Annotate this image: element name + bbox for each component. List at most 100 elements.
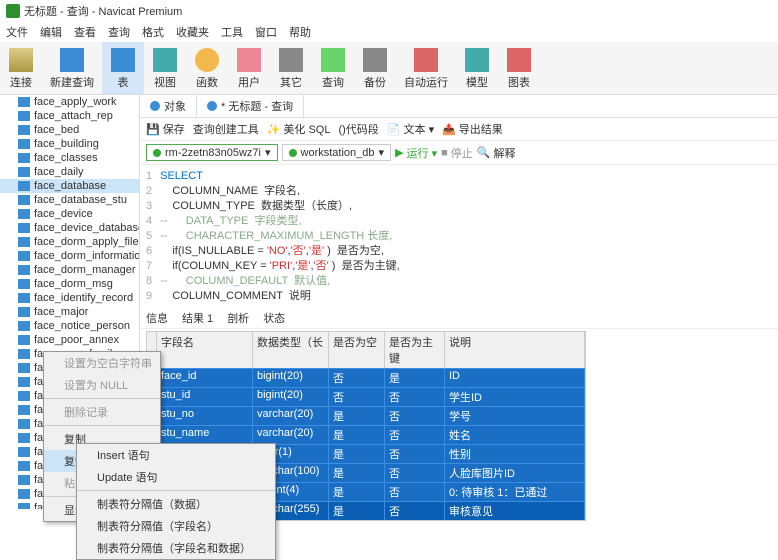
table-icon — [18, 405, 30, 415]
table-icon — [18, 237, 30, 247]
toolbar-图表[interactable]: 图表 — [498, 42, 540, 94]
tree-item[interactable]: face_dorm_msg — [0, 277, 139, 291]
menu-item[interactable]: 收藏夹 — [176, 24, 209, 40]
table-icon — [18, 363, 30, 373]
table-row[interactable]: stu_idbigint(20)否否学生ID — [147, 387, 585, 406]
ctx-set-null[interactable]: 设置为 NULL — [44, 374, 160, 396]
table-icon — [18, 181, 30, 191]
tab-result[interactable]: 结果 1 — [182, 310, 213, 326]
tree-item[interactable]: face_database — [0, 179, 139, 193]
server-select[interactable]: rm-2zetn83n05wz7i ▾ — [146, 144, 278, 161]
explain-button[interactable]: 🔍解释 — [477, 145, 516, 161]
tree-item[interactable]: face_building — [0, 137, 139, 151]
sub-update[interactable]: Update 语句 — [77, 466, 275, 488]
tab-query[interactable]: * 无标题 - 查询 — [197, 95, 304, 117]
table-icon — [18, 307, 30, 317]
col-field[interactable]: 字段名 — [157, 332, 253, 368]
tree-item[interactable]: face_database_stu — [0, 193, 139, 207]
toolbar-用户[interactable]: 用户 — [228, 42, 270, 94]
table-icon — [18, 391, 30, 401]
tree-item[interactable]: face_bed — [0, 123, 139, 137]
menu-item[interactable]: 帮助 — [289, 24, 311, 40]
main-toolbar: 连接新建查询表视图函数用户其它查询备份自动运行模型图表 — [0, 42, 778, 95]
toolbar-模型[interactable]: 模型 — [456, 42, 498, 94]
sub-tab-both[interactable]: 制表符分隔值（字段名和数据） — [77, 537, 275, 559]
sql-editor[interactable]: 123456789 SELECT COLUMN_NAME 字段名, COLUMN… — [140, 165, 778, 308]
sub-tab-fields[interactable]: 制表符分隔值（字段名） — [77, 515, 275, 537]
toolbar-连接[interactable]: 连接 — [0, 42, 42, 94]
table-icon — [18, 153, 30, 163]
menu-item[interactable]: 查看 — [74, 24, 96, 40]
table-icon — [18, 139, 30, 149]
ctx-delete[interactable]: 删除记录 — [44, 401, 160, 423]
tree-item[interactable]: face_dorm_information — [0, 249, 139, 263]
table-icon — [18, 111, 30, 121]
tree-item[interactable]: face_classes — [0, 151, 139, 165]
tab-profile[interactable]: 剖析 — [227, 310, 249, 326]
table-icon — [18, 97, 30, 107]
toolbar-备份[interactable]: 备份 — [354, 42, 396, 94]
table-icon — [18, 447, 30, 457]
tree-item[interactable]: face_apply_work — [0, 95, 139, 109]
table-icon — [18, 125, 30, 135]
export-button[interactable]: 📤导出结果 — [442, 121, 503, 137]
tab-info[interactable]: 信息 — [146, 310, 168, 326]
tree-item[interactable]: face_daily — [0, 165, 139, 179]
run-button[interactable]: ▶ 运行 ▾ — [395, 145, 437, 161]
tree-item[interactable]: face_poor_annex — [0, 333, 139, 347]
table-icon — [18, 223, 30, 233]
table-icon — [18, 293, 30, 303]
tree-item[interactable]: face_dorm_manager — [0, 263, 139, 277]
col-comment[interactable]: 说明 — [445, 332, 585, 368]
menu-item[interactable]: 格式 — [142, 24, 164, 40]
tab-objects[interactable]: 对象 — [140, 95, 197, 117]
tree-item[interactable]: face_device — [0, 207, 139, 221]
query-builder-button[interactable]: 查询创建工具 — [193, 121, 259, 137]
col-pk[interactable]: 是否为主键 — [385, 332, 445, 368]
table-icon — [18, 433, 30, 443]
sub-insert[interactable]: Insert 语句 — [77, 444, 275, 466]
toolbar-自动运行[interactable]: 自动运行 — [396, 42, 456, 94]
tree-item[interactable]: face_attach_rep — [0, 109, 139, 123]
tree-item[interactable]: face_notice_person — [0, 319, 139, 333]
tree-item[interactable]: face_identify_record — [0, 291, 139, 305]
context-submenu: Insert 语句 Update 语句 制表符分隔值（数据） 制表符分隔值（字段… — [76, 443, 276, 560]
col-type[interactable]: 数据类型（长 — [253, 332, 329, 368]
sub-tab-data[interactable]: 制表符分隔值（数据） — [77, 493, 275, 515]
menu-bar: 文件编辑查看查询格式收藏夹工具窗口帮助 — [0, 22, 778, 42]
menu-item[interactable]: 编辑 — [40, 24, 62, 40]
menu-item[interactable]: 工具 — [221, 24, 243, 40]
table-icon — [18, 167, 30, 177]
table-icon — [18, 377, 30, 387]
menu-item[interactable]: 窗口 — [255, 24, 277, 40]
tree-item[interactable]: face_dorm_apply_file — [0, 235, 139, 249]
table-icon — [18, 461, 30, 471]
table-row[interactable]: face_idbigint(20)否是ID — [147, 368, 585, 387]
toolbar-表[interactable]: 表 — [102, 42, 144, 94]
table-icon — [18, 475, 30, 485]
tab-status[interactable]: 状态 — [263, 310, 285, 326]
toolbar-查询[interactable]: 查询 — [312, 42, 354, 94]
ctx-set-blank[interactable]: 设置为空白字符串 — [44, 352, 160, 374]
save-button[interactable]: 💾 保存 — [146, 121, 185, 137]
table-row[interactable]: stu_namevarchar(20)是否姓名 — [147, 425, 585, 444]
beautify-sql-button[interactable]: ✨美化 SQL — [267, 121, 331, 137]
toolbar-函数[interactable]: 函数 — [186, 42, 228, 94]
database-select[interactable]: workstation_db ▾ — [282, 144, 392, 161]
menu-item[interactable]: 文件 — [6, 24, 28, 40]
menu-item[interactable]: 查询 — [108, 24, 130, 40]
col-null[interactable]: 是否为空 — [329, 332, 385, 368]
tree-item[interactable]: face_major — [0, 305, 139, 319]
toolbar-视图[interactable]: 视图 — [144, 42, 186, 94]
table-icon — [18, 503, 30, 509]
toolbar-新建查询[interactable]: 新建查询 — [42, 42, 102, 94]
tree-item[interactable]: face_device_database — [0, 221, 139, 235]
toolbar-其它[interactable]: 其它 — [270, 42, 312, 94]
table-icon — [18, 251, 30, 261]
text-mode-button[interactable]: 📄 文本 ▾ — [387, 121, 434, 137]
snippet-button[interactable]: ()代码段 — [338, 121, 378, 137]
chevron-down-icon: ▾ — [379, 146, 385, 159]
table-row[interactable]: stu_novarchar(20)是否学号 — [147, 406, 585, 425]
stop-button[interactable]: ■ 停止 — [441, 145, 473, 161]
table-icon — [18, 209, 30, 219]
